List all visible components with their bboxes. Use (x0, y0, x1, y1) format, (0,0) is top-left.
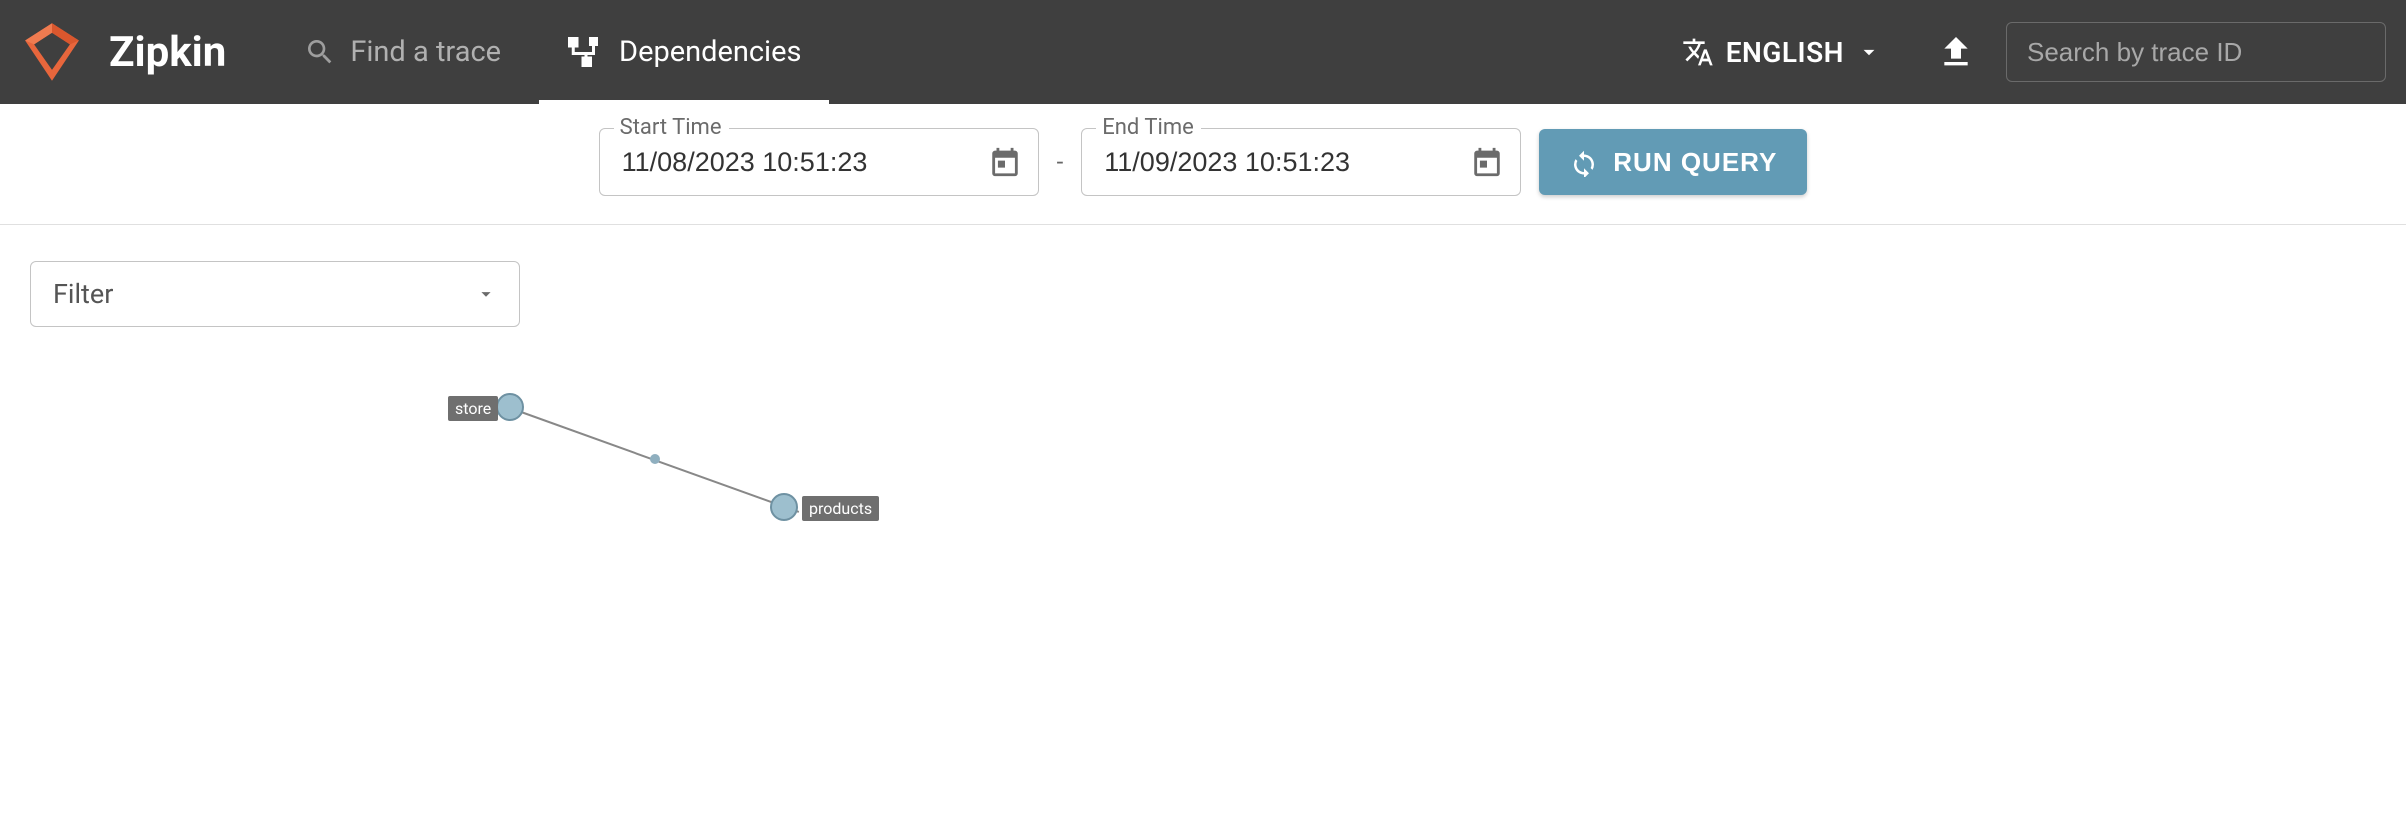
refresh-icon (1569, 147, 1599, 177)
upload-icon (1936, 32, 1976, 72)
nav-dependencies[interactable]: Dependencies (539, 0, 829, 104)
run-query-label: RUN QUERY (1613, 147, 1777, 178)
search-trace-input[interactable] (2006, 22, 2386, 82)
brand-area[interactable]: Zipkin (20, 20, 226, 84)
search-icon (304, 36, 336, 68)
nav-find-trace[interactable]: Find a trace (276, 0, 529, 104)
graph-node-label-products: products (802, 496, 879, 521)
chevron-down-icon (1856, 39, 1882, 65)
translate-icon (1682, 36, 1714, 68)
end-time-field[interactable]: End Time (1081, 128, 1521, 196)
range-separator: - (1057, 148, 1064, 176)
zipkin-logo-icon (20, 20, 84, 84)
start-time-input[interactable] (622, 147, 988, 178)
nav-find-trace-label: Find a trace (350, 35, 501, 69)
end-time-input[interactable] (1104, 147, 1470, 178)
graph-edge-dot (650, 454, 660, 464)
filter-select[interactable]: Filter (30, 261, 520, 327)
graph-node-label-store: store (448, 396, 498, 421)
navbar: Zipkin Find a trace Dependencies ENGLISH (0, 0, 2406, 104)
language-select[interactable]: ENGLISH (1658, 36, 1906, 69)
start-time-field[interactable]: Start Time (599, 128, 1039, 196)
graph-node-store[interactable] (496, 393, 524, 421)
language-label: ENGLISH (1726, 36, 1844, 69)
filter-label: Filter (53, 278, 113, 310)
upload-button[interactable] (1916, 32, 1996, 72)
calendar-icon[interactable] (1470, 145, 1504, 179)
end-time-label: End Time (1096, 115, 1200, 140)
content-area: Filter store products (0, 225, 2406, 703)
start-time-label: Start Time (614, 115, 728, 140)
calendar-icon[interactable] (988, 145, 1022, 179)
graph-node-products[interactable] (770, 493, 798, 521)
run-query-button[interactable]: RUN QUERY (1539, 129, 1807, 195)
dependencies-icon (567, 37, 605, 67)
dropdown-icon (475, 283, 497, 305)
query-toolbar: Start Time - End Time RUN QUERY (0, 104, 2406, 225)
brand-name: Zipkin (109, 28, 226, 77)
nav-dependencies-label: Dependencies (619, 35, 801, 69)
dependency-graph[interactable]: store products (30, 367, 2376, 667)
